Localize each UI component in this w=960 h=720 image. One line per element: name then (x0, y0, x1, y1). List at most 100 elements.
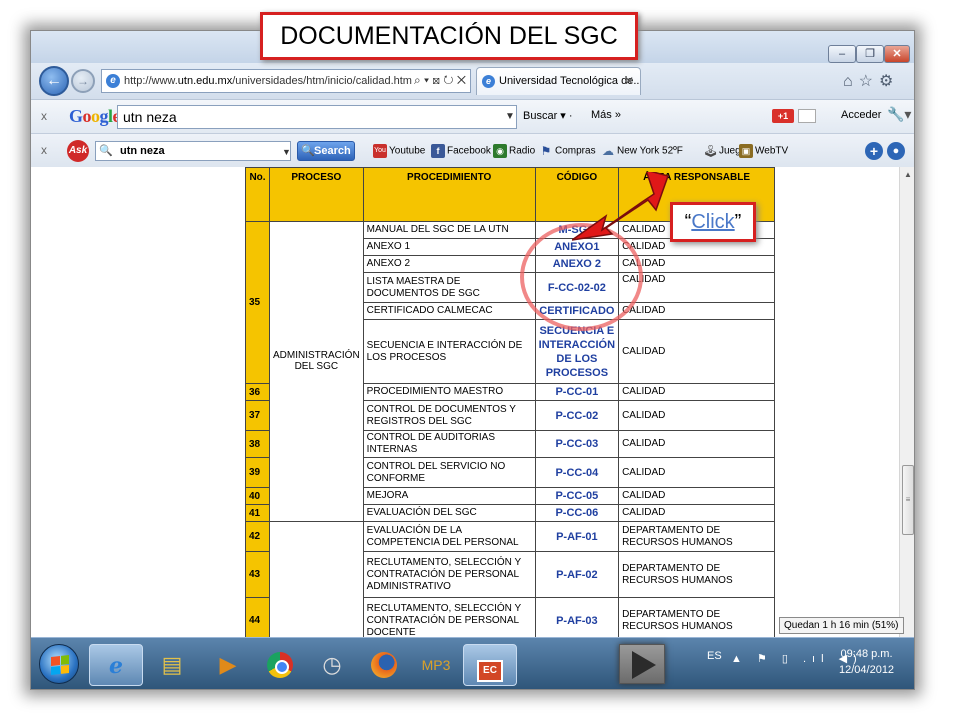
scroll-thumb[interactable]: ≡ (902, 465, 914, 535)
facebook-icon: f (431, 144, 445, 158)
taskbar-folder-icon[interactable]: ▤ (145, 644, 199, 686)
minimize-button[interactable]: – (828, 45, 856, 63)
start-button[interactable] (39, 644, 79, 684)
taskbar-chrome-icon[interactable] (253, 644, 307, 686)
weather-link[interactable]: ☁ New York 52ºF (601, 144, 683, 158)
red-arrow-icon (572, 172, 669, 241)
youtube-link[interactable]: You Youtube (373, 144, 425, 158)
address-tools-icons[interactable]: ⌕ ▾ ⊠ ↻ ✕ (414, 73, 466, 88)
slideshow-play-button[interactable] (619, 644, 665, 684)
google-plus-one-button[interactable]: +1 (772, 109, 794, 123)
play-icon (632, 651, 656, 679)
row-number: 40 (245, 487, 270, 505)
procedure-cell: SECUENCIA E INTERACCIÓN DE LOS PROCESOS (362, 319, 536, 384)
procedure-cell: CONTROL DE AUDITORIAS INTERNAS (362, 430, 536, 458)
language-indicator[interactable]: ES (707, 650, 722, 662)
area-cell: CALIDAD (618, 457, 776, 488)
procedure-cell: RECLUTAMENTO, SELECCIÓN Y CONTRATACIÓN D… (362, 551, 536, 598)
code-link[interactable]: P-CC-04 (534, 457, 620, 488)
home-favorites-settings-icons[interactable]: ⌂☆⚙ (843, 71, 899, 91)
tab-close-icon[interactable]: ✕ (624, 74, 634, 88)
facebook-link[interactable]: f Facebook (431, 144, 491, 158)
area-cell: CALIDAD (618, 400, 776, 431)
acceder-button[interactable]: Acceder (841, 109, 881, 121)
code-link[interactable]: P-AF-03 (534, 597, 620, 637)
system-clock[interactable]: 09:48 p.m. 12/04/2012 (839, 646, 894, 678)
ask-search-label: Search (314, 145, 351, 157)
url-domain: utn.edu.mx (177, 75, 233, 87)
close-window-button[interactable]: ✕ (884, 45, 910, 63)
compras-link[interactable]: ⚑ Compras (539, 144, 596, 158)
page-content: No. PROCESO PROCEDIMIENTO CÓDIGO ÁREA RE… (31, 167, 899, 637)
header-no: No. (245, 167, 270, 222)
browser-tab[interactable]: e Universidad Tecnológica de... ✕ (476, 67, 641, 95)
taskbar-mp3-app-icon[interactable]: MP3 (409, 644, 463, 686)
scroll-up-icon[interactable]: ▲ (900, 167, 914, 183)
google-search-dropdown-icon[interactable]: ▼ (505, 111, 515, 122)
forward-button[interactable]: → (71, 69, 95, 93)
google-search-input[interactable]: utn neza (117, 105, 517, 129)
ask-logo: Ask (67, 140, 89, 162)
radio-link[interactable]: ◉ Radio (493, 144, 535, 158)
area-cell: CALIDAD (618, 319, 776, 384)
area-cell: CALIDAD (618, 383, 776, 401)
code-link[interactable]: P-CC-03 (534, 430, 620, 458)
url-path: /universidades/htm/inicio/calidad.htm (232, 75, 412, 87)
ie-tab-icon: e (482, 75, 495, 88)
procedure-cell: CONTROL DEL SERVICIO NO CONFORME (362, 457, 536, 488)
search-icon: 🔍 (99, 145, 113, 157)
taskbar-clock-app-icon[interactable]: ◷ (305, 644, 359, 686)
address-bar[interactable]: e http://www.utn.edu.mx/universidades/ht… (101, 69, 471, 93)
process-cell-empty (269, 521, 364, 637)
google-plus-toggle[interactable] (798, 109, 816, 123)
area-cell: DEPARTAMENTO DE RECURSOS HUMANOS (618, 521, 776, 552)
radio-icon: ◉ (493, 144, 507, 158)
area-cell: CALIDAD (618, 302, 776, 320)
click-link[interactable]: Click (691, 211, 734, 233)
row-number: 39 (245, 457, 270, 488)
webtv-link[interactable]: ▣ WebTV (739, 144, 788, 158)
google-toolbar-close-icon[interactable]: x (41, 109, 47, 123)
code-link[interactable]: P-AF-02 (534, 551, 620, 598)
code-link[interactable]: P-AF-01 (534, 521, 620, 552)
taskbar-firefox-icon[interactable] (357, 644, 411, 686)
slide-title: DOCUMENTACIÓN DEL SGC (260, 12, 638, 60)
row-number: 42 (245, 521, 270, 552)
google-buscar-button[interactable]: Buscar ▾ · (523, 109, 573, 122)
slide-stage: – ❐ ✕ ← → e http://www.utn.edu.mx/univer… (0, 0, 960, 720)
google-mas-button[interactable]: Más » (591, 109, 621, 121)
area-cell: CALIDAD (618, 487, 776, 505)
google-logo: Google (69, 106, 121, 126)
webtv-label: WebTV (755, 145, 789, 157)
procedure-cell: MEJORA (362, 487, 536, 505)
plus-circle-icon[interactable]: + (865, 142, 883, 160)
taskbar-media-player-icon[interactable]: ▶ (201, 644, 255, 686)
ask-search-button[interactable]: 🔍 Search (297, 141, 355, 161)
ask-toolbar-close-icon[interactable]: x (41, 143, 47, 157)
header-proceso: PROCESO (269, 167, 364, 222)
vertical-scrollbar[interactable]: ▲ ≡ (899, 167, 914, 637)
wrench-icon[interactable]: 🔧▾ (887, 106, 911, 123)
ask-search-input[interactable]: 🔍 utn neza (95, 141, 291, 161)
code-link[interactable]: P-CC-02 (534, 400, 620, 431)
browser-screenshot: – ❐ ✕ ← → e http://www.utn.edu.mx/univer… (30, 30, 915, 690)
ask-toolbar: x Ask 🔍 utn neza ▼ 🔍 Search You Youtube f… (31, 133, 914, 167)
procedure-cell: MANUAL DEL SGC DE LA UTN (362, 221, 536, 239)
settings-circle-icon[interactable]: ● (887, 142, 905, 160)
code-link[interactable]: P-CC-06 (534, 504, 620, 522)
header-procedimiento: PROCEDIMIENTO (362, 167, 536, 222)
ask-dropdown-icon[interactable]: ▼ (282, 147, 291, 157)
facebook-label: Facebook (447, 145, 491, 157)
row-number: 38 (245, 430, 270, 458)
procedure-cell: LISTA MAESTRA DE DOCUMENTOS DE SGC (362, 272, 536, 303)
maximize-button[interactable]: ❐ (856, 45, 884, 63)
powerpoint-icon: EC (477, 660, 503, 682)
youtube-label: Youtube (389, 145, 426, 157)
taskbar-internet-explorer-icon[interactable]: e (89, 644, 143, 686)
taskbar-powerpoint-icon[interactable]: EC (463, 644, 517, 686)
code-link[interactable]: P-CC-01 (534, 383, 620, 401)
back-button[interactable]: ← (39, 66, 69, 96)
procedure-cell: PROCEDIMIENTO MAESTRO (362, 383, 536, 401)
code-link[interactable]: P-CC-05 (534, 487, 620, 505)
procedure-cell: RECLUTAMENTO, SELECCIÓN Y CONTRATACIÓN D… (362, 597, 536, 637)
